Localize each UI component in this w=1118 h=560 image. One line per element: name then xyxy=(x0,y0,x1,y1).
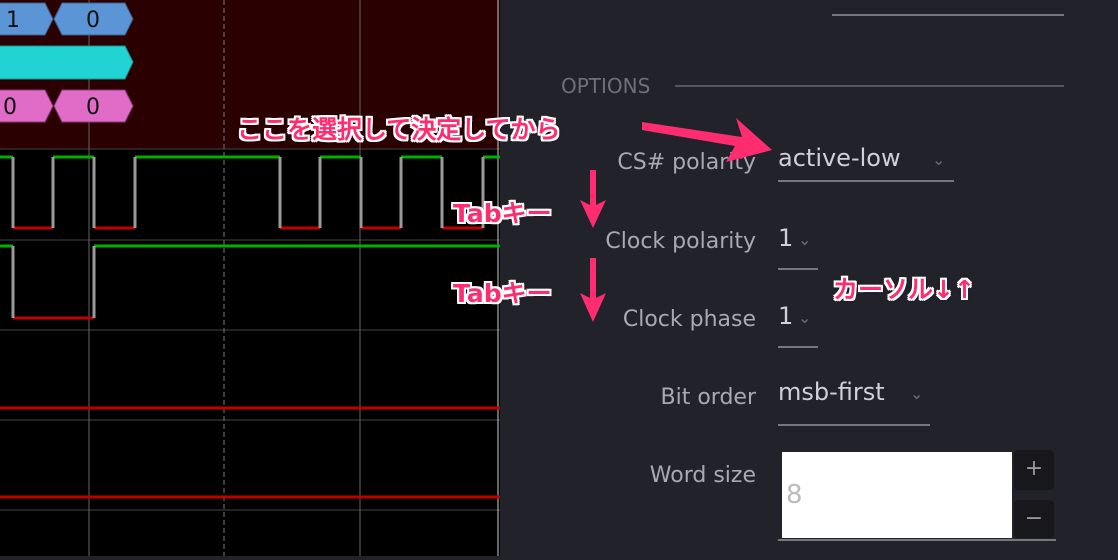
annotation-cursor-note: カーソル↓↑ xyxy=(833,275,975,304)
arrow-right-icon xyxy=(642,118,772,162)
arrow-down-icon xyxy=(580,258,606,322)
annotation-tab-key: Tabキー xyxy=(453,199,552,228)
annotation-select-note: ここを選択して決定してから xyxy=(237,115,561,144)
annotation-tab-key: Tabキー xyxy=(453,279,552,308)
arrow-down-icon xyxy=(580,170,606,228)
